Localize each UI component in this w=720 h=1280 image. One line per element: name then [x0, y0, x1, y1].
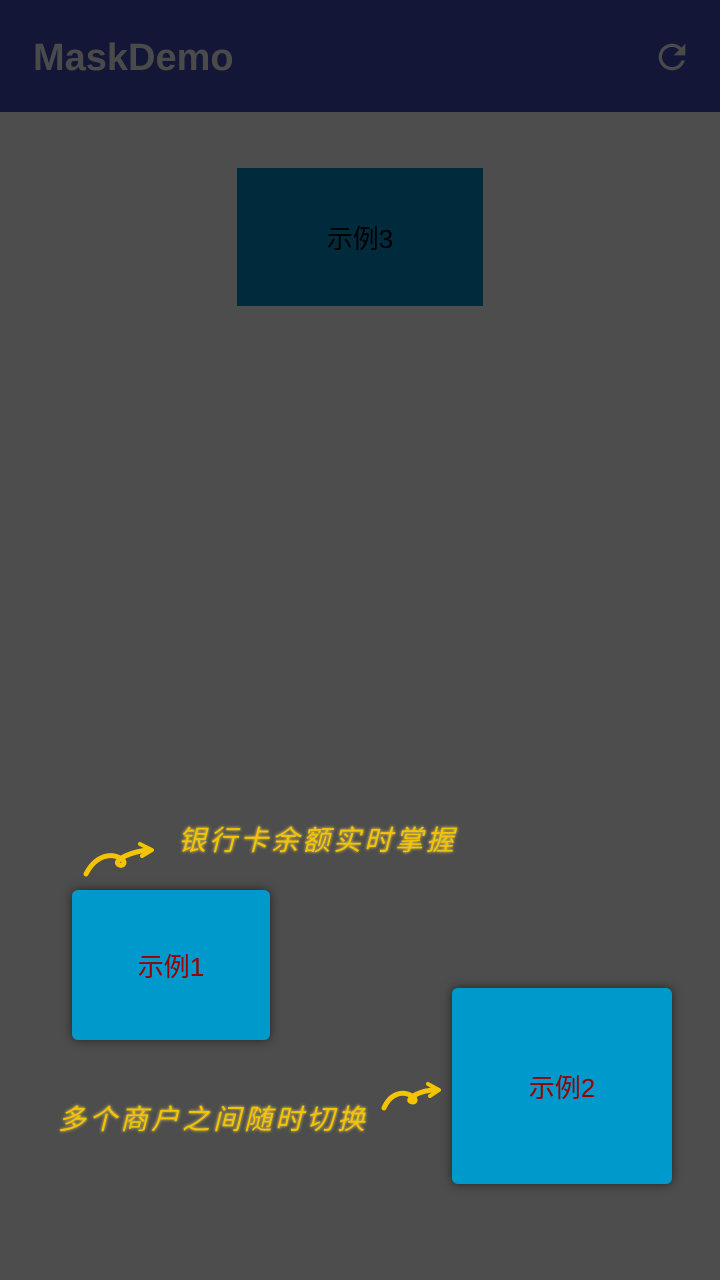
curved-arrow-icon [381, 1082, 441, 1111]
example3-box[interactable]: 示例3 [237, 168, 483, 306]
refresh-icon [658, 43, 686, 71]
refresh-button[interactable] [648, 33, 696, 81]
curved-arrow-icon [83, 842, 154, 877]
app-title: MaskDemo [33, 37, 234, 79]
example1-label: 示例1 [137, 951, 205, 982]
example2-card[interactable]: 示例2 [452, 988, 672, 1184]
example3-label: 示例3 [326, 223, 394, 254]
hint-bank-balance: 银行卡余额实时掌握 [178, 824, 458, 857]
app-bar: MaskDemo [0, 0, 720, 112]
hint-switch-merchants: 多个商户之间随时切换 [58, 1103, 369, 1136]
content-area: 示例3 银行卡余额实时掌握 示例1 多个商户之间随时切换 示例2 [0, 112, 720, 1280]
example1-card[interactable]: 示例1 [72, 890, 270, 1040]
example2-label: 示例2 [528, 1072, 596, 1103]
